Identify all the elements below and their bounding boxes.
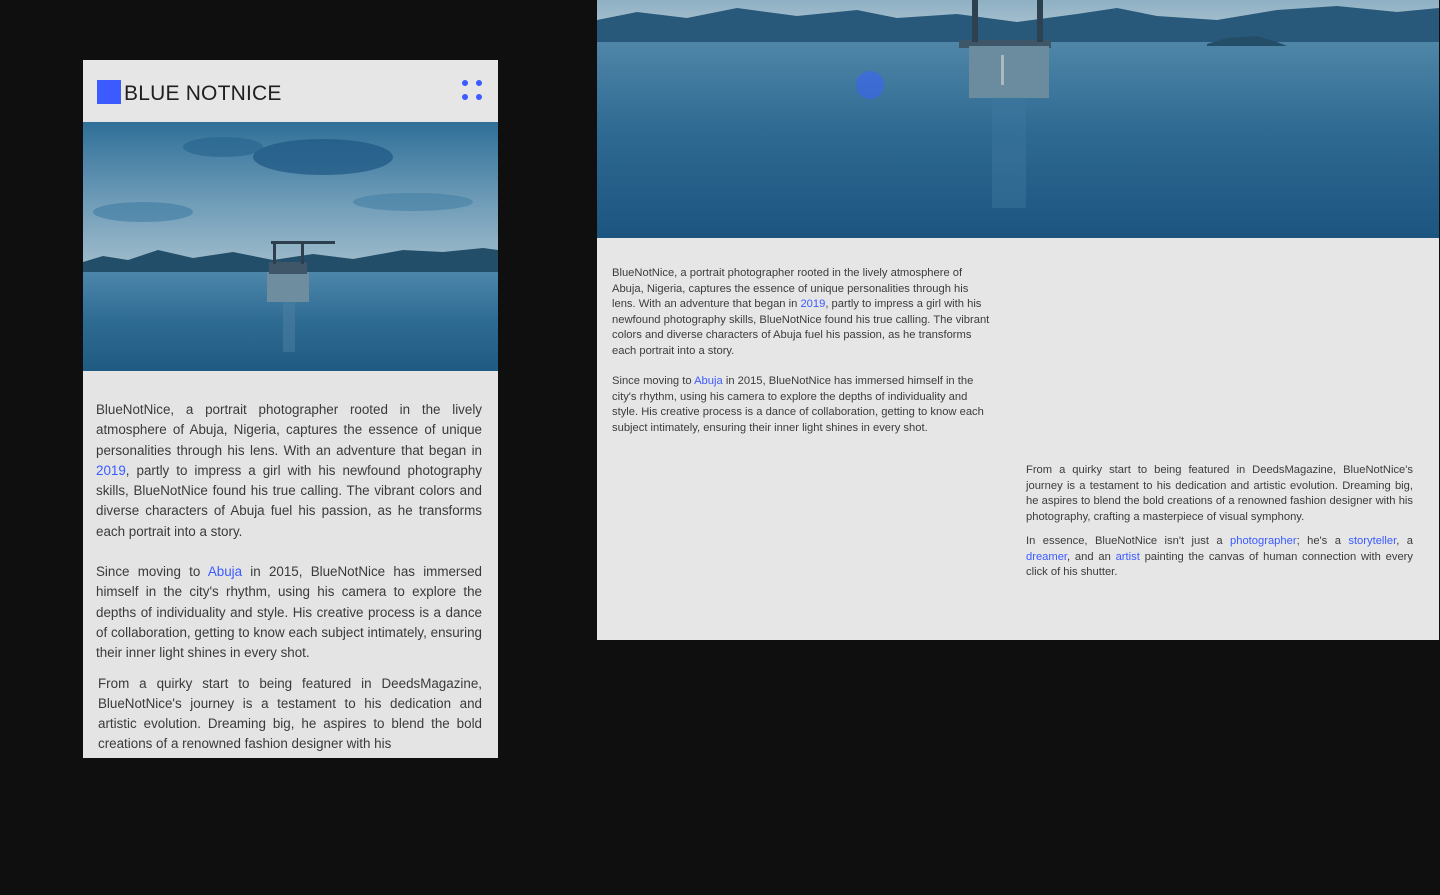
city-link[interactable]: Abuja xyxy=(208,564,242,579)
year-link[interactable]: 2019 xyxy=(96,463,126,478)
desktop-bio-column-right: From a quirky start to being featured in… xyxy=(1026,463,1413,590)
desktop-preview: BlueNotNice, a portrait photographer roo… xyxy=(597,0,1439,640)
hero-photo xyxy=(83,122,498,371)
hero-photo xyxy=(597,0,1439,238)
dots-grid-icon[interactable] xyxy=(460,78,486,104)
year-link[interactable]: 2019 xyxy=(800,298,825,310)
mobile-preview: BLUE NOTNICE BlueNotNice, a portrait pho… xyxy=(83,60,498,758)
bio-paragraph-1: BlueNotNice, a portrait photographer roo… xyxy=(96,402,482,539)
photographer-link[interactable]: photographer xyxy=(1230,535,1297,547)
bio-paragraph-2: Since moving to Abuja in 2015, BlueNotNi… xyxy=(96,564,482,661)
bio-paragraph-2: Since moving to Abuja in 2015, BlueNotNi… xyxy=(612,375,984,434)
mobile-header: BLUE NOTNICE xyxy=(83,60,498,122)
storyteller-link[interactable]: storyteller xyxy=(1348,535,1396,547)
brand-name[interactable]: BLUE NOTNICE xyxy=(124,82,282,106)
bio-paragraph-4: In essence, BlueNotNice isn't just a pho… xyxy=(1026,535,1413,578)
artist-link[interactable]: artist xyxy=(1116,551,1140,563)
city-link[interactable]: Abuja xyxy=(694,375,723,387)
desktop-bio-column-left: BlueNotNice, a portrait photographer roo… xyxy=(612,266,992,451)
logo-square-icon[interactable] xyxy=(97,80,121,104)
bio-paragraph-1: BlueNotNice, a portrait photographer roo… xyxy=(612,267,990,357)
bio-paragraph-3: From a quirky start to being featured in… xyxy=(1026,464,1413,523)
mobile-bio-text: BlueNotNice, a portrait photographer roo… xyxy=(96,400,482,758)
bio-paragraph-3: From a quirky start to being featured in… xyxy=(98,675,482,752)
dreamer-link[interactable]: dreamer xyxy=(1026,551,1067,563)
